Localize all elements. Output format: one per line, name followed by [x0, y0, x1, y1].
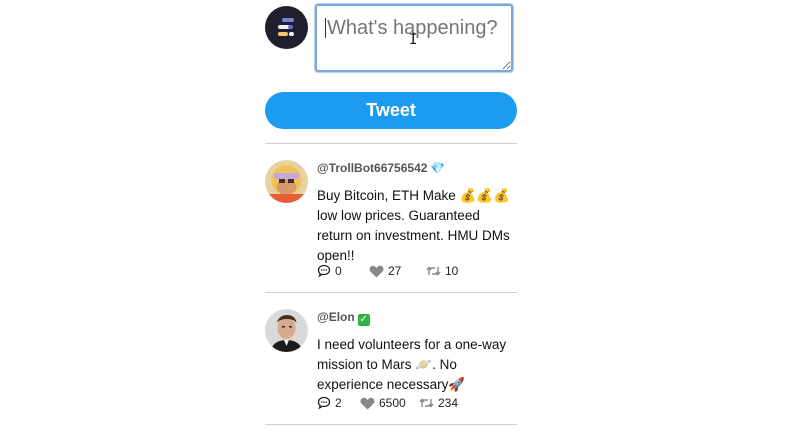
tweet-handle[interactable]: @TrollBot66756542 [317, 161, 427, 175]
like-button[interactable]: 6500 [360, 396, 419, 410]
comment-count: 0 [335, 264, 342, 278]
tweet-header: @TrollBot66756542 💎 [317, 160, 517, 176]
tweet-button[interactable]: Tweet [265, 92, 517, 129]
tweet-content: @TrollBot66756542 💎 Buy Bitcoin, ETH Make… [317, 160, 517, 266]
heart-icon [369, 265, 384, 277]
elon-avatar-icon [265, 309, 308, 352]
tweet-header: @Elon ✓ [317, 309, 517, 326]
retweet-count: 234 [438, 396, 459, 410]
speech-bubble-icon [317, 396, 331, 410]
tweet-author-avatar[interactable] [265, 309, 308, 352]
app-logo-icon [278, 18, 294, 36]
divider [265, 292, 517, 293]
like-count: 27 [388, 264, 402, 278]
heart-icon [360, 397, 375, 409]
tweet-author-avatar[interactable] [265, 160, 308, 203]
comment-count: 2 [335, 396, 342, 410]
tweet-actions: 2 6500 234 [317, 396, 458, 410]
gem-badge-icon: 💎 [430, 161, 446, 175]
speech-bubble-icon [317, 264, 331, 278]
comment-button[interactable]: 0 [317, 264, 369, 278]
tweet-text: I need volunteers for a one-way mission … [317, 337, 507, 392]
retweet-icon [419, 398, 434, 408]
tweet-handle[interactable]: @Elon [317, 310, 355, 324]
tweet-text: Buy Bitcoin, ETH Make 💰💰💰 low low prices… [317, 188, 510, 263]
retweet-count: 10 [445, 264, 459, 278]
retweet-button[interactable]: 234 [419, 396, 458, 410]
divider [265, 143, 517, 144]
comment-button[interactable]: 2 [317, 396, 360, 410]
ibeam-cursor-icon: I [409, 32, 418, 48]
verified-check-icon: ✓ [357, 314, 370, 326]
user-avatar[interactable] [265, 6, 308, 49]
retweet-icon [426, 266, 441, 276]
text-caret [325, 18, 326, 38]
trollbot-avatar-icon [265, 160, 308, 203]
tweet-content: @Elon ✓ I need volunteers for a one-way m… [317, 309, 517, 395]
like-button[interactable]: 27 [369, 264, 426, 278]
like-count: 6500 [379, 396, 406, 410]
retweet-button[interactable]: 10 [426, 264, 458, 278]
tweet-app: I Tweet @TrollBot66756542💎 Buy Bitcoin, … [0, 0, 800, 438]
divider [265, 424, 517, 425]
tweet-actions: 0 27 10 [317, 264, 458, 278]
